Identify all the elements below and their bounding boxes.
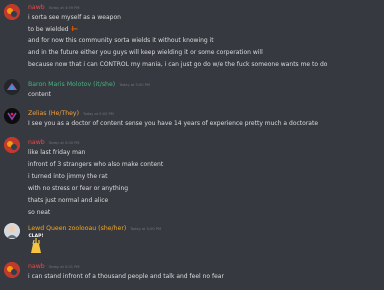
- timestamp: Today at 5:00 PM: [130, 227, 162, 231]
- message-text: content: [28, 91, 51, 98]
- clap-sticker[interactable]: CLAP!: [28, 234, 44, 254]
- message-text: infront of 3 strangers who also make con…: [28, 161, 164, 168]
- avatar[interactable]: [4, 4, 20, 20]
- avatar[interactable]: [4, 108, 20, 124]
- avatar[interactable]: [4, 262, 20, 278]
- username-text[interactable]: Zelias (He/They): [28, 110, 79, 117]
- message-text: i can stand infront of a thousand people…: [28, 273, 224, 280]
- username[interactable]: nawb Today at 4:59 PM: [28, 4, 79, 11]
- username-text[interactable]: nawb: [28, 4, 45, 11]
- avatar[interactable]: [4, 223, 20, 239]
- message-text: i turned into jimmy the rat: [28, 173, 108, 180]
- message-text: i sorta see myself as a weapon: [28, 14, 121, 21]
- message-text: with no stress or fear or anything: [28, 185, 129, 192]
- username[interactable]: Baron Maris Molotov (it/she) Today at 5:0…: [28, 81, 150, 88]
- timestamp: Today at 4:59 PM: [48, 6, 80, 10]
- avatar[interactable]: [4, 137, 20, 153]
- message-text: and for now this community sorta wields …: [28, 37, 214, 44]
- timestamp: Today at 5:01 PM: [48, 265, 80, 269]
- message-text: to be wielded: [28, 26, 69, 33]
- username-text[interactable]: Baron Maris Molotov (it/she): [28, 81, 115, 88]
- message-text: and in the future either you guys will k…: [28, 49, 263, 56]
- timestamp: Today at 5:00 PM: [48, 141, 80, 145]
- username-text[interactable]: nawb: [28, 263, 45, 270]
- message-text: I see you as a doctor of content sense y…: [28, 120, 319, 127]
- username[interactable]: Lewd Queen zoolooau (she/her) Today at 5:…: [28, 225, 161, 232]
- timestamp: Today at 5:00 PM: [83, 112, 114, 116]
- avatar[interactable]: [4, 79, 20, 95]
- username[interactable]: Zelias (He/They) Today at 5:00 PM: [28, 110, 114, 117]
- username[interactable]: nawb Today at 5:01 PM: [28, 263, 79, 270]
- timestamp: Today at 5:00 PM: [119, 83, 150, 87]
- message-text-row: to be wielded: [28, 25, 78, 33]
- weapon-emoji-icon: [71, 25, 78, 32]
- message-text: because now that i can CONTROL my mania,…: [28, 61, 328, 68]
- message-text: so neat: [28, 209, 51, 216]
- username-text[interactable]: nawb: [28, 139, 45, 146]
- username[interactable]: nawb Today at 5:00 PM: [28, 139, 79, 146]
- clap-sticker-text: CLAP!: [28, 234, 44, 239]
- message-text: like last friday man: [28, 149, 86, 156]
- username-text[interactable]: Lewd Queen zoolooau (she/her): [28, 225, 126, 232]
- message-text: thats just normal and alice: [28, 197, 109, 204]
